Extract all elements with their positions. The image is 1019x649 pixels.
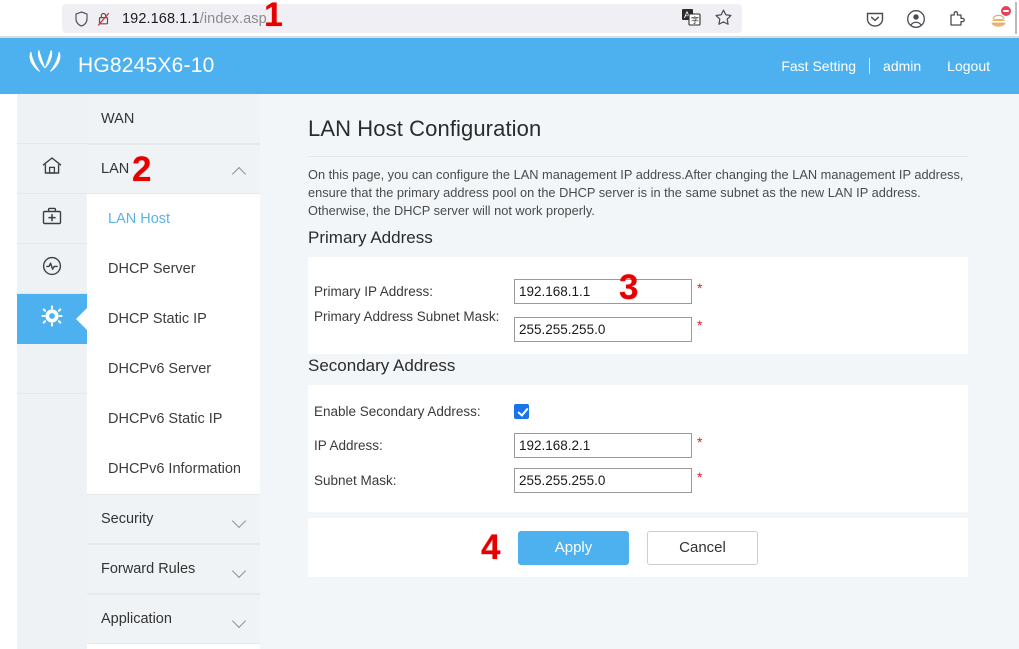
annotation-marker-2: 2	[132, 150, 152, 189]
sidebar-lan-items: LAN Host DHCP Server DHCP Static IP DHCP…	[87, 194, 260, 494]
title-divider	[308, 156, 968, 157]
secondary-ip-label: IP Address:	[314, 438, 383, 453]
sidebar-group-forward-rules[interactable]: Forward Rules	[87, 544, 260, 594]
sidebar-item-dhcp-static-ip[interactable]: DHCP Static IP	[87, 294, 260, 344]
sidebar-group-wan-label: WAN	[101, 110, 135, 127]
primary-ip-label: Primary IP Address:	[314, 284, 434, 299]
shield-icon[interactable]	[70, 9, 92, 29]
chevron-down-icon	[233, 563, 246, 576]
rail-item-toolbox[interactable]	[17, 194, 87, 244]
main-content: LAN Host Configuration On this page, you…	[260, 94, 1019, 649]
diagnosis-wave-icon	[39, 253, 65, 284]
annotation-marker-3: 3	[619, 268, 639, 307]
sidebar-item-dhcpv6-information[interactable]: DHCPv6 Information	[87, 444, 260, 494]
annotation-marker-1: 1	[264, 0, 283, 34]
enable-secondary-row: Enable Secondary Address:	[314, 402, 529, 421]
sidebar-group-lan[interactable]: LAN	[87, 144, 260, 194]
primary-mask-label: Primary Address Subnet Mask:	[314, 309, 500, 324]
sidebar-group-forward-rules-label: Forward Rules	[101, 561, 196, 577]
sidebar-group-security[interactable]: Security	[87, 494, 260, 544]
enable-secondary-checkbox[interactable]	[514, 404, 529, 419]
app-header: HG8245X6-10 Fast Setting admin Logout	[0, 38, 1019, 94]
url-host: 192.168.1.1	[122, 10, 200, 27]
chevron-down-icon	[233, 513, 246, 526]
chevron-up-icon	[233, 163, 246, 176]
section-title-primary: Primary Address	[308, 228, 433, 247]
url-path: /index.asp	[199, 10, 267, 27]
sidebar-group-lan-label: LAN	[101, 161, 130, 177]
secondary-mask-input[interactable]	[514, 468, 692, 493]
huawei-logo-icon	[24, 48, 66, 85]
enable-secondary-label: Enable Secondary Address:	[314, 404, 481, 419]
sidebar-group-security-label: Security	[101, 511, 154, 527]
required-asterisk: *	[697, 280, 703, 296]
svg-text:字: 字	[691, 15, 699, 25]
extensions-icon[interactable]	[946, 8, 968, 30]
page-body: WAN LAN LAN Host DHCP Server DHCP Static…	[0, 94, 1019, 649]
address-bar-actions: A 字	[680, 7, 734, 27]
annotation-marker-4: 4	[481, 528, 501, 567]
rail-item-home[interactable]	[17, 144, 87, 194]
notification-badge	[1000, 5, 1012, 17]
secondary-ip-row: IP Address: *	[314, 433, 702, 458]
primary-ip-row: Primary IP Address: *	[314, 279, 702, 304]
section-title-secondary: Secondary Address	[308, 356, 456, 375]
lock-crossed-icon[interactable]	[92, 9, 114, 29]
required-asterisk: *	[697, 434, 703, 450]
apply-button[interactable]: Apply	[518, 530, 629, 565]
brand: HG8245X6-10	[24, 48, 214, 85]
sidebar-item-dhcpv6-server[interactable]: DHCPv6 Server	[87, 344, 260, 394]
primary-mask-row: Primary Address Subnet Mask: *	[314, 307, 702, 342]
sidebar-item-lan-host[interactable]: LAN Host	[87, 194, 260, 244]
logout-link[interactable]: Logout	[934, 58, 1003, 74]
sidebar-group-application-label: Application	[101, 611, 172, 627]
required-asterisk: *	[697, 317, 703, 333]
left-gutter	[0, 94, 17, 649]
page-title: LAN Host Configuration	[308, 116, 542, 141]
sidebar-group-application[interactable]: Application	[87, 594, 260, 644]
browser-toolbar: 192.168.1.1/index.asp A 字	[0, 0, 1019, 37]
rail-item-settings[interactable]	[17, 294, 87, 344]
secondary-ip-input[interactable]	[514, 433, 692, 458]
required-asterisk: *	[697, 469, 703, 485]
star-bookmark-icon[interactable]	[712, 7, 734, 27]
home-icon	[39, 153, 65, 184]
secondary-mask-row: Subnet Mask: *	[314, 468, 702, 493]
primary-mask-input[interactable]	[514, 317, 692, 342]
secondary-address-panel: Enable Secondary Address: IP Address: * …	[308, 385, 968, 512]
sidebar-nav: WAN LAN LAN Host DHCP Server DHCP Static…	[87, 94, 260, 649]
chevron-down-icon	[233, 613, 246, 626]
rail-item-diagnosis[interactable]	[17, 244, 87, 294]
translate-icon[interactable]: A 字	[680, 7, 702, 27]
fast-setting-link[interactable]: Fast Setting	[768, 58, 869, 74]
browser-actions	[864, 5, 1012, 32]
secondary-mask-label: Subnet Mask:	[314, 473, 397, 488]
sidebar-item-dhcp-server[interactable]: DHCP Server	[87, 244, 260, 294]
toolbox-plus-icon	[39, 203, 65, 234]
cancel-button[interactable]: Cancel	[647, 530, 758, 565]
pocket-icon[interactable]	[864, 8, 886, 30]
form-actions-panel: Apply Cancel	[308, 518, 968, 577]
header-links: Fast Setting admin Logout	[768, 38, 1003, 94]
admin-link[interactable]: admin	[870, 58, 934, 74]
sidebar-item-dhcpv6-static-ip[interactable]: DHCPv6 Static IP	[87, 394, 260, 444]
icon-rail	[17, 94, 87, 649]
gear-icon	[39, 303, 65, 334]
rail-spacer-bottom	[17, 344, 87, 394]
rail-spacer	[17, 94, 87, 144]
address-bar[interactable]: 192.168.1.1/index.asp A 字	[62, 4, 742, 33]
window-edge	[1015, 2, 1017, 34]
account-icon[interactable]	[905, 8, 927, 30]
app-title: HG8245X6-10	[78, 54, 215, 77]
page-description: On this page, you can configure the LAN …	[308, 167, 964, 218]
sidebar-group-wan[interactable]: WAN	[87, 94, 260, 144]
primary-ip-input[interactable]	[514, 279, 692, 304]
url-text[interactable]: 192.168.1.1/index.asp	[122, 11, 267, 27]
profile-avatar-icon[interactable]	[987, 5, 1012, 30]
